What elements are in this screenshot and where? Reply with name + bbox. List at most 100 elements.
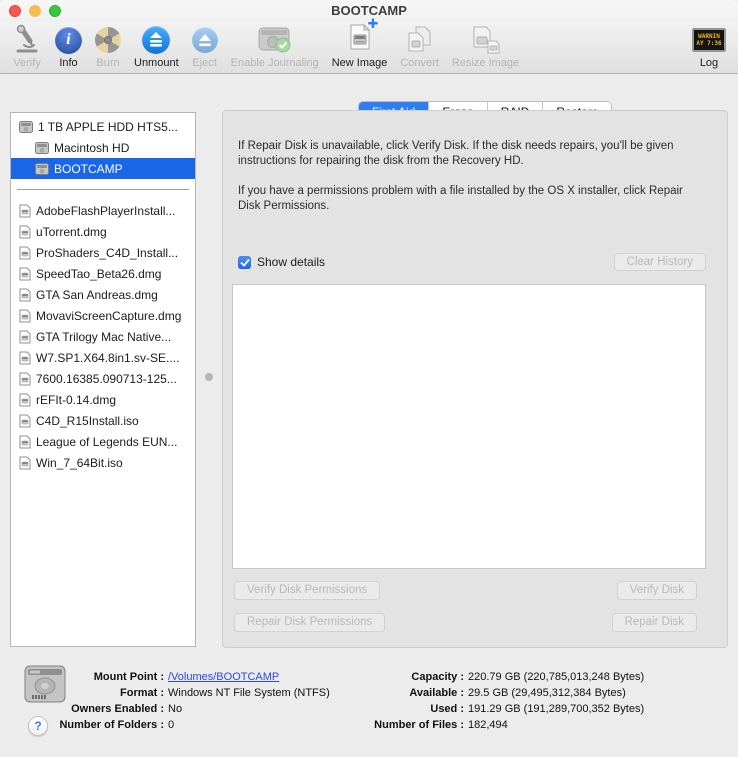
toolbar-button-burn[interactable]: Burn: [95, 23, 121, 73]
sidebar-item-win-7-64bit-iso[interactable]: Win_7_64Bit.iso: [11, 452, 195, 473]
convert-icon: [406, 23, 434, 57]
sidebar-device-list: 1 TB APPLE HDD HTS5... Macintosh HD BOOTCA…: [10, 112, 196, 647]
repair-disk-button[interactable]: Repair Disk: [611, 613, 697, 632]
main-content: 1 TB APPLE HDD HTS5... Macintosh HD BOOTCA…: [0, 74, 738, 655]
toolbar-label: Burn: [96, 57, 120, 69]
pane-divider-handle[interactable]: [205, 373, 213, 381]
sidebar-item-label: C4D_R15Install.iso: [36, 413, 139, 428]
info-label: Mount Point :: [93, 671, 164, 683]
details-output-area: [232, 284, 706, 569]
info-value: No: [168, 703, 183, 715]
new-image-icon: ✚: [348, 16, 379, 57]
sidebar-item-label: League of Legends EUN...: [36, 434, 178, 449]
zoom-button[interactable]: [49, 5, 61, 17]
toolbar-label: Convert: [400, 57, 439, 69]
help-button[interactable]: ?: [28, 716, 48, 736]
clear-history-button[interactable]: Clear History: [613, 253, 706, 271]
sidebar-item-label: AdobeFlashPlayerInstall...: [36, 203, 176, 218]
disk-image-icon: [19, 456, 31, 469]
eject-icon: [191, 23, 218, 57]
volume-info-right: Capacity : 220.79 GB (220,785,013,248 Byt…: [368, 669, 644, 733]
log-icon: WARNIN AY 7:36: [692, 23, 726, 57]
show-details-checkbox[interactable]: Show details: [238, 255, 325, 269]
sidebar-item-label: W7.SP1.X64.8in1.sv-SE....: [36, 350, 180, 365]
sidebar-item-macintosh-hd[interactable]: Macintosh HD: [11, 137, 195, 158]
info-label: Owners Enabled :: [71, 703, 164, 715]
toolbar-button-resize-image[interactable]: Resize Image: [452, 23, 519, 73]
toolbar-label: Unmount: [134, 57, 179, 69]
sidebar-item-proshaders-c4d-install[interactable]: ProShaders_C4D_Install...: [11, 242, 195, 263]
info-label: Number of Folders :: [59, 719, 164, 731]
sidebar-item-gta-trilogy-mac-native[interactable]: GTA Trilogy Mac Native...: [11, 326, 195, 347]
info-value: Windows NT File System (NTFS): [168, 687, 330, 699]
sidebar-item-label: SpeedTao_Beta26.dmg: [36, 266, 162, 281]
sidebar-item-league-of-legends-eun[interactable]: League of Legends EUN...: [11, 431, 195, 452]
info-label: Used :: [430, 703, 464, 715]
verify-disk-permissions-button[interactable]: Verify Disk Permissions: [234, 581, 381, 600]
disk-image-icon: [19, 309, 31, 322]
toolbar-button-verify[interactable]: Verify: [12, 23, 42, 73]
first-aid-description-1: If Repair Disk is unavailable, click Ver…: [238, 140, 674, 167]
info-value: /Volumes/BOOTCAMP: [168, 671, 279, 683]
info-value: 182,494: [468, 719, 508, 731]
sidebar-item-speedtao-beta26-dmg[interactable]: SpeedTao_Beta26.dmg: [11, 263, 195, 284]
journal-icon: [257, 23, 293, 57]
sidebar-item-label: 1 TB APPLE HDD HTS5...: [38, 119, 178, 134]
toolbar-label: New Image: [331, 57, 388, 69]
toolbar-button-info[interactable]: i Info: [55, 23, 82, 73]
microscope-icon: [12, 23, 42, 57]
mount-point-link[interactable]: /Volumes/BOOTCAMP: [168, 671, 279, 683]
minimize-button[interactable]: [29, 5, 41, 17]
volume-info-left: Mount Point : /Volumes/BOOTCAMP Format : Wi…: [46, 669, 330, 733]
sidebar-item-bootcamp[interactable]: BOOTCAMP: [11, 158, 195, 179]
sidebar-item-movaviscreencapture-dmg[interactable]: MovaviScreenCapture.dmg: [11, 305, 195, 326]
toolbar-label: Log: [699, 57, 719, 69]
toolbar-button-eject[interactable]: Eject: [191, 23, 218, 73]
info-row-mount-point: Mount Point : /Volumes/BOOTCAMP: [46, 669, 330, 685]
show-details-label: Show details: [257, 255, 326, 269]
sidebar-item-utorrent-dmg[interactable]: uTorrent.dmg: [11, 221, 195, 242]
disk-image-icon: [19, 414, 31, 427]
info-icon: i: [55, 23, 82, 57]
first-aid-panel: If Repair Disk is unavailable, click Ver…: [222, 110, 728, 648]
sidebar-item-adobeflashplayerinstall[interactable]: AdobeFlashPlayerInstall...: [11, 200, 195, 221]
sidebar-item-1-tb-apple-hdd-hts5[interactable]: 1 TB APPLE HDD HTS5...: [11, 116, 195, 137]
toolbar-label: Enable Journaling: [230, 57, 319, 69]
toolbar-button-unmount[interactable]: Unmount: [134, 23, 179, 73]
sidebar-item-label: uTorrent.dmg: [36, 224, 107, 239]
disk-image-icon: [19, 225, 31, 238]
toolbar-button-log[interactable]: WARNIN AY 7:36 Log: [692, 23, 726, 73]
info-row-owners-enabled: Owners Enabled : No: [46, 701, 330, 717]
disk-icon: [35, 141, 49, 154]
sidebar-item-label: GTA San Andreas.dmg: [36, 287, 158, 302]
details-controls-row: Show details Clear History: [238, 253, 706, 271]
disk-image-icon: [19, 435, 31, 448]
disk-image-icon: [19, 288, 31, 301]
disk-image-icon: [19, 351, 31, 364]
info-value: 29.5 GB (29,495,312,384 Bytes): [468, 687, 626, 699]
info-row-available: Available : 29.5 GB (29,495,312,384 Bytes…: [368, 685, 644, 701]
verify-disk-button[interactable]: Verify Disk: [616, 581, 697, 600]
sidebar-item-label: ProShaders_C4D_Install...: [36, 245, 179, 260]
disk-image-icon: [19, 393, 31, 406]
toolbar-button-enable-journaling[interactable]: Enable Journaling: [231, 23, 319, 73]
sidebar-item-7600-16385-090713-125[interactable]: 7600.16385.090713-125...: [11, 368, 195, 389]
disk-icon: [19, 120, 33, 133]
toolbar-button-convert[interactable]: Convert: [400, 23, 439, 73]
info-label: Capacity :: [411, 671, 464, 683]
sidebar-item-c4d-r15install-iso[interactable]: C4D_R15Install.iso: [11, 410, 195, 431]
toolbar-label: Info: [59, 57, 78, 69]
info-label: Available :: [409, 687, 464, 699]
repair-disk-permissions-button[interactable]: Repair Disk Permissions: [234, 613, 386, 632]
toolbar-button-new-image[interactable]: ✚ New Image: [331, 16, 388, 73]
sidebar-item-w7-sp1-x64-8in1-sv-se[interactable]: W7.SP1.X64.8in1.sv-SE....: [11, 347, 195, 368]
sidebar-item-gta-san-andreas-dmg[interactable]: GTA San Andreas.dmg: [11, 284, 195, 305]
sidebar-divider: [11, 179, 195, 200]
toolbar-label: Verify: [13, 57, 41, 69]
sidebar-item-refit-0-14-dmg[interactable]: rEFIt-0.14.dmg: [11, 389, 195, 410]
sidebar-item-label: Win_7_64Bit.iso: [36, 455, 123, 470]
sidebar-item-label: 7600.16385.090713-125...: [36, 371, 177, 386]
close-button[interactable]: [9, 5, 21, 17]
disk-image-icon: [19, 204, 31, 217]
sidebar-item-label: BOOTCAMP: [54, 161, 123, 176]
